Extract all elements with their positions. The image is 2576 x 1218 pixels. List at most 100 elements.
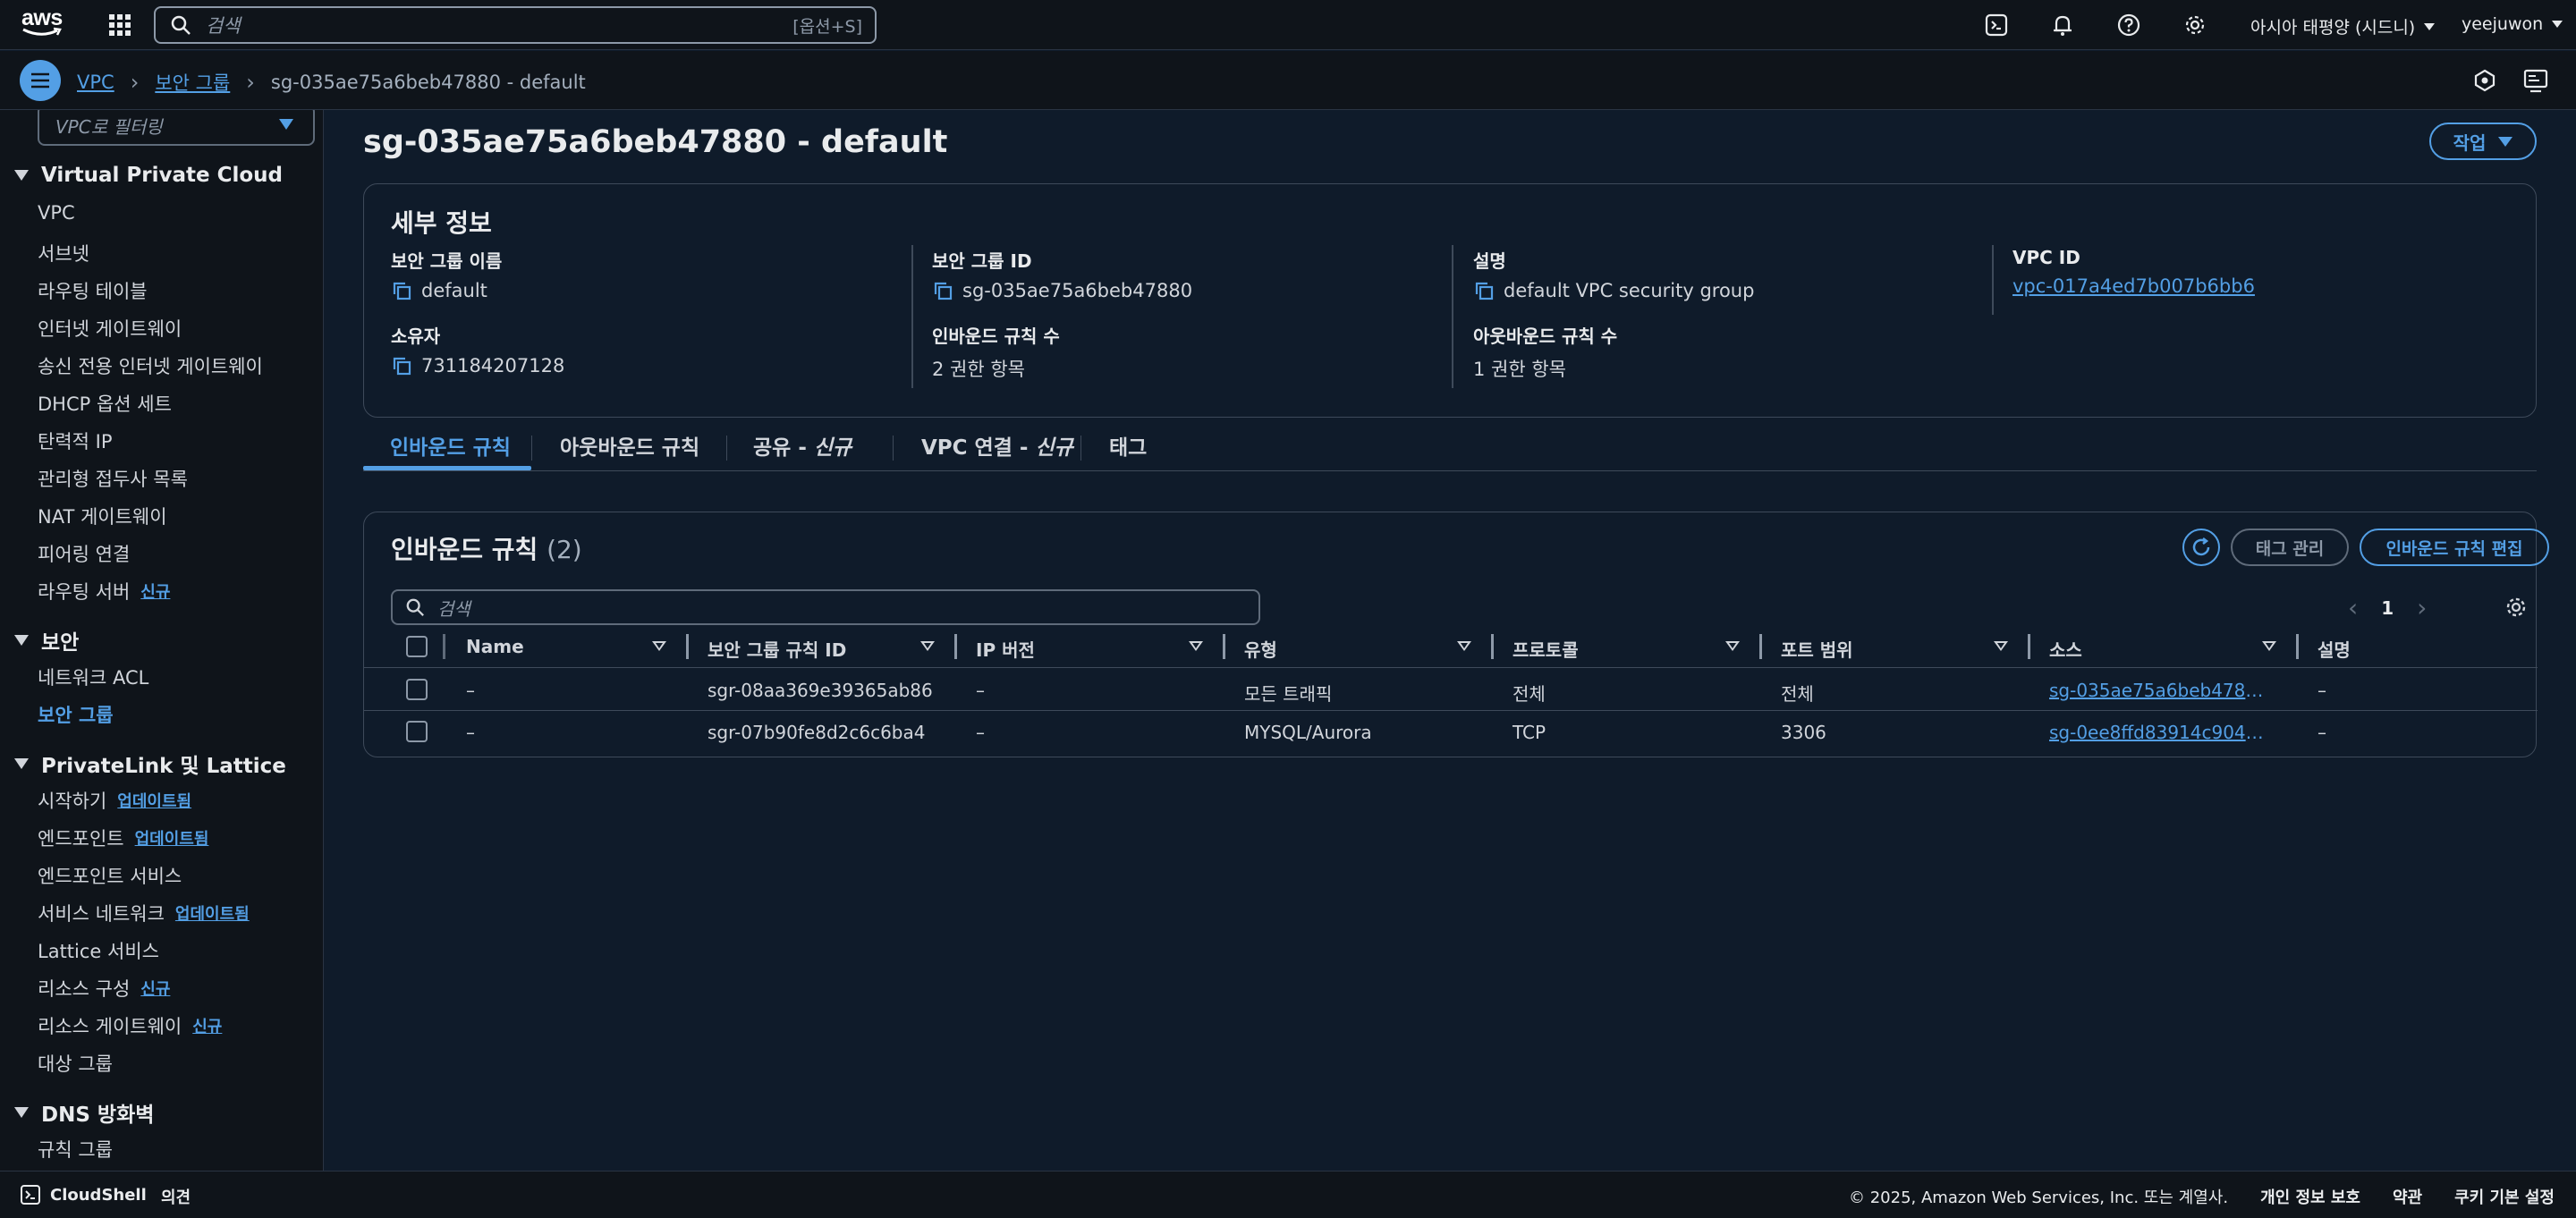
column-resizer[interactable] [1759, 634, 1762, 659]
refresh-button[interactable] [2182, 529, 2220, 566]
column-resizer[interactable] [1223, 634, 1225, 659]
column-header-port-range[interactable]: 포트 범위 [1781, 636, 1853, 662]
sidebar-item-route-tables[interactable]: 라우팅 테이블 [38, 277, 148, 304]
copy-icon[interactable] [391, 355, 412, 376]
rules-search-input[interactable]: 검색 [391, 589, 1260, 625]
sidebar-item-resource-configurations[interactable]: 리소스 구성 신규 [38, 975, 170, 1002]
settings-gear-icon[interactable] [2182, 13, 2207, 38]
next-page-icon[interactable]: › [2417, 593, 2427, 622]
feedback-link[interactable]: 의견 [161, 1185, 191, 1208]
table-settings-gear-icon[interactable] [2504, 595, 2529, 620]
breadcrumb-vpc-link[interactable]: VPC [77, 72, 114, 93]
tab-inbound-rules[interactable]: 인바운드 규칙 [390, 430, 511, 461]
sidebar-item-network-acls[interactable]: 네트워크 ACL [38, 664, 148, 690]
previous-page-icon[interactable]: ‹ [2348, 593, 2358, 622]
search-shortcut: [옵션+S] [792, 16, 862, 37]
tab-sharing[interactable]: 공유 - 신규 [753, 430, 852, 461]
column-header-ip-version[interactable]: IP 버전 [976, 636, 1035, 662]
copy-icon[interactable] [1473, 280, 1495, 301]
sort-icon[interactable] [652, 641, 666, 651]
preferences-icon[interactable] [2472, 68, 2497, 93]
field-value: 1 권한 항목 [1473, 359, 1566, 380]
column-header-rule-id[interactable]: 보안 그룹 규칙 ID [708, 636, 846, 662]
sort-icon[interactable] [1725, 641, 1740, 651]
sort-icon[interactable] [2262, 641, 2276, 651]
aws-logo[interactable]: aws [21, 7, 66, 43]
tab-outbound-rules[interactable]: 아웃바운드 규칙 [560, 430, 699, 461]
column-header-type[interactable]: 유형 [1244, 636, 1277, 662]
sidebar-section-vpc[interactable]: Virtual Private Cloud [14, 164, 283, 187]
help-icon[interactable] [2116, 13, 2141, 38]
row-checkbox[interactable] [406, 679, 428, 700]
column-header-source[interactable]: 소스 [2049, 636, 2082, 662]
vpc-id-link[interactable]: vpc-017a4ed7b007b6bb6 [2012, 275, 2255, 297]
user-menu[interactable]: yeejuwon [2462, 14, 2563, 34]
column-resizer[interactable] [686, 634, 689, 659]
sidebar-item-elastic-ips[interactable]: 탄력적 IP [38, 427, 113, 454]
search-placeholder: 검색 [437, 597, 470, 620]
column-resizer[interactable] [443, 634, 445, 659]
cell-source-link[interactable]: sg-035ae75a6beb47880 / default [2049, 680, 2271, 701]
terms-link[interactable]: 약관 [2393, 1185, 2422, 1208]
sidebar-item-service-networks[interactable]: 서비스 네트워크 업데이트됨 [38, 900, 250, 926]
side-navigation-toggle-button[interactable] [20, 60, 61, 101]
inbound-rules-panel: 인바운드 규칙 (2) 태그 관리 인바운드 규칙 편집 검색 ‹ 1 › Na… [363, 512, 2549, 757]
sidebar-item-egress-only-igw[interactable]: 송신 전용 인터넷 게이트웨이 [38, 352, 263, 379]
sidebar-item-vpc[interactable]: VPC [38, 202, 75, 224]
sidebar-item-route-servers[interactable]: 라우팅 서버 신규 [38, 578, 170, 605]
cloudshell-icon[interactable] [1984, 13, 2009, 38]
column-header-description[interactable]: 설명 [2318, 636, 2351, 662]
sort-icon[interactable] [1994, 641, 2008, 651]
tab-tags[interactable]: 태그 [1109, 430, 1147, 461]
sort-icon[interactable] [920, 641, 935, 651]
actions-dropdown-button[interactable]: 작업 [2429, 123, 2537, 160]
sidebar-item-security-groups[interactable]: 보안 그룹 [38, 701, 114, 728]
column-resizer[interactable] [954, 634, 957, 659]
column-header-protocol[interactable]: 프로토콜 [1513, 636, 1579, 662]
column-resizer[interactable] [2296, 634, 2299, 659]
manage-tags-button[interactable]: 태그 관리 [2231, 529, 2349, 566]
cloudshell-button[interactable]: CloudShell [20, 1184, 147, 1205]
copy-icon[interactable] [391, 280, 412, 301]
side-navigation: VPC로 필터링 Virtual Private Cloud VPC 서브넷 라… [0, 110, 324, 1171]
region-selector[interactable]: 아시아 태평양 (시드니) [2250, 14, 2436, 38]
sidebar-item-nat-gateways[interactable]: NAT 게이트웨이 [38, 503, 167, 529]
sidebar-section-dns-firewall[interactable]: DNS 방화벽 [14, 1097, 154, 1128]
copy-icon[interactable] [932, 280, 953, 301]
sidebar-item-endpoint-services[interactable]: 엔드포인트 서비스 [38, 862, 182, 889]
current-page-number[interactable]: 1 [2381, 597, 2394, 619]
select-all-checkbox[interactable] [406, 636, 428, 657]
sidebar-item-rule-groups[interactable]: 규칙 그룹 [38, 1136, 113, 1163]
edit-inbound-rules-button[interactable]: 인바운드 규칙 편집 [2360, 529, 2549, 566]
sidebar-item-managed-prefix-lists[interactable]: 관리형 접두사 목록 [38, 465, 188, 492]
notifications-bell-icon[interactable] [2050, 13, 2075, 38]
table-row[interactable]: – sgr-08aa369e39365ab86 – 모든 트래픽 전체 전체 s… [364, 669, 2538, 711]
column-resizer[interactable] [2028, 634, 2030, 659]
column-header-name[interactable]: Name [466, 636, 524, 657]
sidebar-item-subnets[interactable]: 서브넷 [38, 240, 89, 266]
services-grid-icon[interactable] [107, 13, 132, 38]
breadcrumb-security-groups-link[interactable]: 보안 그룹 [155, 69, 230, 96]
sidebar-item-target-groups[interactable]: 대상 그룹 [38, 1050, 113, 1077]
sort-icon[interactable] [1457, 641, 1471, 651]
cell-source-link[interactable]: sg-0ee8ffd83914c9040 / default [2049, 722, 2271, 743]
sidebar-section-security[interactable]: 보안 [14, 625, 79, 656]
sidebar-section-privatelink[interactable]: PrivateLink 및 Lattice [14, 749, 286, 779]
sidebar-item-getting-started[interactable]: 시작하기 업데이트됨 [38, 787, 191, 814]
row-checkbox[interactable] [406, 721, 428, 742]
sidebar-item-resource-gateways[interactable]: 리소스 게이트웨이 신규 [38, 1012, 222, 1039]
sidebar-item-peering-connections[interactable]: 피어링 연결 [38, 540, 130, 567]
table-row[interactable]: – sgr-07b90fe8d2c6c6ba4 – MYSQL/Aurora T… [364, 711, 2538, 753]
sidebar-item-dhcp-option-sets[interactable]: DHCP 옵션 세트 [38, 390, 172, 417]
privacy-link[interactable]: 개인 정보 보호 [2260, 1185, 2360, 1208]
cookie-preferences-link[interactable]: 쿠키 기본 설정 [2454, 1185, 2555, 1208]
column-resizer[interactable] [1491, 634, 1494, 659]
sort-icon[interactable] [1189, 641, 1203, 651]
tab-vpc-associations[interactable]: VPC 연결 - 신규 [921, 430, 1073, 461]
sidebar-item-internet-gateways[interactable]: 인터넷 게이트웨이 [38, 315, 182, 342]
sidebar-item-lattice-services[interactable]: Lattice 서비스 [38, 937, 159, 964]
sidebar-item-endpoints[interactable]: 엔드포인트 업데이트됨 [38, 825, 208, 851]
vpc-filter-select[interactable]: VPC로 필터링 [38, 110, 315, 146]
global-search-input[interactable]: 검색 [옵션+S] [154, 6, 877, 44]
split-panel-icon[interactable] [2522, 68, 2549, 93]
